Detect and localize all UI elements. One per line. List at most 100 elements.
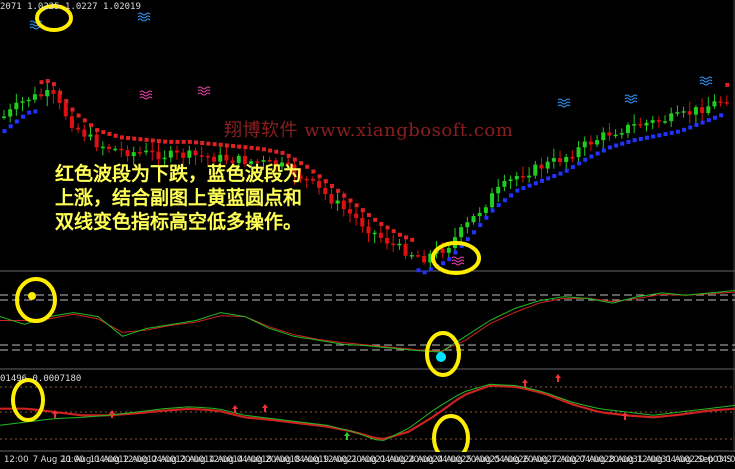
candle-body — [323, 187, 328, 195]
trend-band-dot — [163, 139, 168, 144]
trend-band-dot — [589, 154, 594, 159]
candle-body — [119, 148, 124, 151]
trend-band-dot — [453, 250, 458, 255]
trend-band-dot — [2, 129, 7, 134]
trend-band-dot — [682, 127, 687, 132]
candle-body — [582, 141, 587, 148]
wave-stroke — [137, 15, 151, 19]
candle-body — [712, 101, 717, 107]
trend-band-dot — [638, 136, 643, 141]
candle-body — [551, 158, 556, 162]
candle-body — [125, 150, 130, 157]
trend-band-dot — [422, 270, 427, 275]
candle-body — [113, 148, 118, 151]
trend-band-dot — [95, 128, 100, 133]
candle-body — [422, 256, 427, 263]
trend-band-dot — [88, 123, 93, 128]
candle-body — [205, 156, 210, 158]
trend-band-dot — [404, 235, 409, 240]
trend-band-dot — [416, 268, 421, 273]
wave-stroke — [197, 86, 211, 90]
trend-band-dot — [39, 80, 44, 85]
candle-body — [360, 217, 365, 227]
trend-band-dot — [354, 203, 359, 208]
trend-band-dot — [206, 141, 211, 146]
trend-band-dot — [126, 136, 131, 141]
watermark: 翔博软件 www.xiangbosoft.com — [224, 120, 514, 141]
candle-body — [502, 181, 507, 187]
candle-body — [317, 180, 322, 188]
trend-band-dot — [200, 140, 205, 145]
wave-stroke — [451, 259, 465, 263]
candle-body — [150, 150, 155, 153]
wave-marker — [624, 94, 638, 104]
candle-body — [168, 150, 173, 158]
candle-body — [619, 133, 624, 135]
signal-arrow — [109, 410, 115, 418]
trend-band-dot — [323, 179, 328, 184]
trend-band-dot — [212, 142, 217, 147]
wave-stroke — [557, 104, 571, 108]
candle-body — [576, 147, 581, 158]
trend-band-dot — [428, 267, 433, 272]
trend-band-dot — [583, 157, 588, 162]
candle-body — [613, 134, 618, 137]
trend-band-dot — [8, 124, 13, 129]
trend-band-dot — [113, 133, 118, 138]
note-line-2: 上涨，结合副图上黄蓝圆点和 — [55, 187, 303, 209]
trend-band-dot — [70, 107, 75, 112]
candle-body — [440, 249, 445, 253]
trend-band-dot — [156, 139, 161, 144]
trend-band-dot — [150, 138, 155, 143]
trend-band-dot — [360, 208, 365, 213]
trend-band-dot — [138, 137, 143, 142]
candle-body — [137, 152, 142, 154]
candle-body — [63, 103, 68, 117]
candle-body — [82, 129, 87, 137]
trend-band-dot — [614, 143, 619, 148]
candle-body — [187, 150, 192, 158]
highlight-ring — [11, 378, 45, 422]
candle-body — [131, 152, 136, 157]
wave-stroke — [197, 92, 211, 96]
trend-band-dot — [601, 148, 606, 153]
trend-band-dot — [712, 115, 717, 120]
signal-arrow — [262, 404, 268, 412]
trend-band-dot — [558, 171, 563, 176]
candle-body — [520, 175, 525, 178]
wave-stroke — [699, 76, 713, 80]
trend-band-dot — [564, 168, 569, 173]
trend-band-dot — [342, 193, 347, 198]
candle-body — [508, 179, 513, 182]
trend-band-dot — [509, 193, 514, 198]
wave-marker — [197, 86, 211, 96]
trend-band-dot — [305, 164, 310, 169]
wave-marker — [699, 76, 713, 86]
trend-band-dot — [76, 113, 81, 118]
trend-band-dot — [286, 153, 291, 158]
trend-band-dot — [706, 118, 711, 123]
candle-body — [366, 226, 371, 234]
trend-band-dot — [51, 82, 56, 87]
candle-body — [724, 102, 729, 104]
signal-arrow — [555, 374, 561, 382]
candle-body — [329, 194, 334, 204]
trend-band-dot — [181, 139, 186, 144]
candle-body — [527, 175, 532, 178]
candle-body — [32, 94, 37, 100]
trend-band-dot — [669, 130, 674, 135]
osc1-red-line — [0, 291, 735, 352]
price-chart — [0, 0, 735, 462]
candle-body — [669, 113, 674, 122]
trend-band-dot — [595, 151, 600, 156]
candle-body — [483, 207, 488, 213]
candle-body — [39, 94, 44, 97]
trend-band-dot — [224, 143, 229, 148]
trend-band-dot — [21, 114, 26, 119]
trend-band-dot — [447, 257, 452, 262]
trend-band-dot — [292, 157, 297, 162]
wave-stroke — [557, 101, 571, 105]
candle-body — [181, 152, 186, 158]
candle-body — [681, 111, 686, 113]
wave-stroke — [139, 90, 153, 94]
